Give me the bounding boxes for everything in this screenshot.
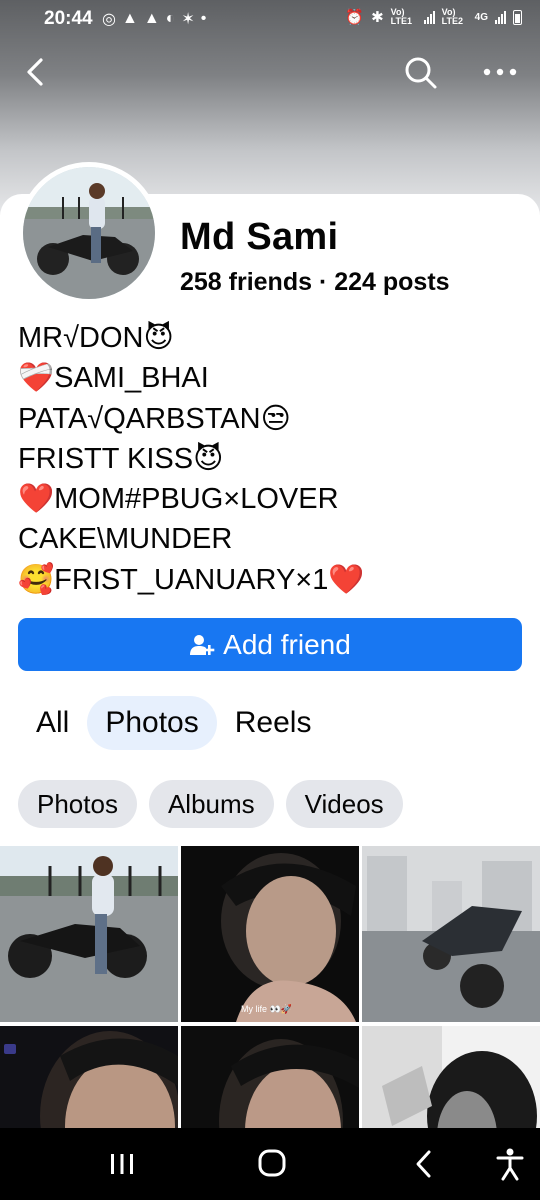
back-nav-button[interactable]: [404, 1146, 444, 1182]
accessibility-icon: [496, 1148, 524, 1181]
profile-photo: [23, 167, 155, 299]
notification-icons: ◎ ▲ ▲ ◐ ✶ •: [102, 9, 206, 29]
back-chevron-icon: [416, 1150, 431, 1178]
bio-line: ❤️MOM#PBUG×LOVER: [18, 483, 339, 516]
accessibility-button[interactable]: [490, 1146, 530, 1182]
more-options-button[interactable]: [478, 58, 522, 86]
photo-grid: My life 👀🚀: [0, 846, 540, 1130]
signal-icon: [495, 10, 506, 24]
network-4g-label: 4G: [474, 11, 488, 23]
status-indicators: ⏰ ✱ Vo) LTE1 Vo) LTE2 4G: [345, 8, 522, 26]
photo-tile[interactable]: My life 👀🚀: [181, 846, 359, 1022]
profile-name: Md Sami: [180, 216, 339, 258]
home-icon: [258, 1149, 286, 1177]
bio-line: MR√DON😈: [18, 322, 174, 354]
tab-all[interactable]: All: [18, 696, 87, 750]
sparkle-icon: ✶: [181, 11, 195, 28]
home-button[interactable]: [252, 1146, 292, 1182]
whatsapp-icon: ◎: [102, 11, 116, 28]
network-label-1: Vo) LTE1: [390, 7, 412, 26]
battery-icon: [513, 9, 522, 25]
photo-tile[interactable]: [0, 846, 178, 1022]
dot-icon: •: [200, 10, 207, 27]
photo-tile[interactable]: [181, 1026, 359, 1130]
chip-photos[interactable]: Photos: [18, 780, 137, 828]
recent-apps-icon: [111, 1154, 133, 1174]
network-label-2: Vo) LTE2: [441, 7, 463, 26]
chip-albums[interactable]: Albums: [148, 780, 274, 828]
photo-caption: My life 👀🚀: [241, 1003, 292, 1014]
bio-line: CAKE\MUNDER: [18, 523, 233, 556]
person-add-icon: [190, 634, 215, 655]
photo-tile[interactable]: [0, 1026, 178, 1130]
profile-bio: MR√DON😈 ❤️‍🩹SAMI_BHAI PATA√QARBSTAN😒 FRI…: [18, 318, 522, 600]
status-bar: 20:44 ◎ ▲ ▲ ◐ ✶ • ⏰ ✱ Vo) LTE1 Vo) LTE2 …: [0, 0, 540, 38]
bio-line: ❤️‍🩹SAMI_BHAI: [18, 362, 209, 395]
content-tabs: All Photos Reels: [18, 696, 329, 750]
search-icon: [405, 57, 437, 89]
back-button[interactable]: [20, 54, 54, 90]
signal-icon: [423, 10, 435, 24]
app-notification-icon: ◐: [165, 10, 176, 27]
chip-videos[interactable]: Videos: [285, 780, 403, 828]
warning-icon: ▲: [121, 10, 138, 27]
bio-line: FRISTT KISS😈: [18, 442, 224, 475]
bluetooth-icon: ✱: [371, 9, 384, 26]
alarm-icon: ⏰: [345, 9, 365, 26]
more-dots-icon: [483, 68, 517, 76]
search-button[interactable]: [402, 54, 438, 90]
bio-line: PATA√QARBSTAN😒: [18, 402, 291, 435]
system-navigation-bar: [0, 1128, 540, 1200]
warning-icon: ▲: [143, 10, 160, 27]
back-arrow-icon: [27, 58, 43, 86]
photo-filter-chips: Photos Albums Videos: [18, 780, 403, 828]
photo-tile[interactable]: [362, 1026, 540, 1130]
profile-avatar[interactable]: [18, 162, 160, 304]
profile-stats[interactable]: 258 friends · 224 posts: [180, 268, 450, 297]
add-friend-label: Add friend: [223, 628, 351, 660]
tab-reels[interactable]: Reels: [217, 696, 330, 750]
photo-tile[interactable]: [362, 846, 540, 1022]
status-time: 20:44: [44, 8, 93, 29]
bio-line: 🥰FRIST_UANUARY×1❤️: [18, 563, 365, 596]
add-friend-button[interactable]: Add friend: [18, 618, 522, 671]
tab-photos[interactable]: Photos: [87, 696, 217, 750]
recent-apps-button[interactable]: [102, 1146, 142, 1182]
